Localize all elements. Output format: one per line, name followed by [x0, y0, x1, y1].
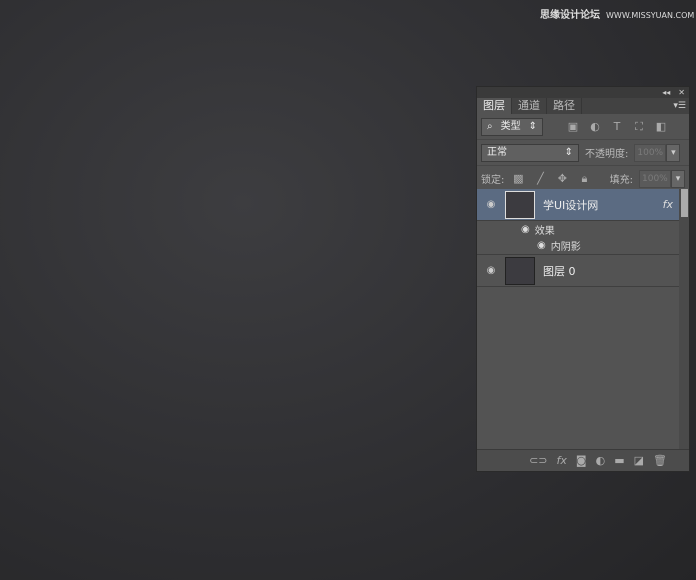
eye-icon[interactable]: ◉ — [477, 199, 505, 210]
eye-icon[interactable]: ◉ — [537, 240, 546, 251]
blend-mode-select[interactable]: 正常 ⇕ — [481, 143, 579, 162]
eye-icon[interactable]: ◉ — [477, 265, 505, 276]
eye-icon[interactable]: ◉ — [521, 224, 530, 235]
tab-channels[interactable]: 通道 — [512, 98, 547, 114]
fx-icon[interactable]: fx — [663, 198, 673, 211]
new-layer-icon[interactable]: ◪ — [634, 454, 644, 467]
image-filter-icon[interactable]: ▣ — [565, 120, 581, 133]
lock-move-icon[interactable]: ✥ — [554, 172, 570, 185]
tab-layers[interactable]: 图层 — [477, 98, 512, 114]
close-button[interactable]: ✕ — [678, 87, 685, 98]
lock-paint-brush-icon[interactable]: ╱ — [532, 172, 548, 185]
layer-thumbnail — [505, 190, 535, 219]
layers-panel: ◂◂ ✕ 图层 通道 路径 ▾☰ ⌕ 类型 ⇕ ▣ ◐ T ⛶ ◧ 正常 ⇕ 不透明度:… — [476, 86, 690, 472]
lock-transparent-icon[interactable]: ▩ — [510, 172, 526, 185]
fill-dropdown[interactable]: ▾ — [671, 169, 685, 188]
link-icon[interactable]: ⊂⊃ — [529, 454, 547, 467]
search-icon: ⌕ — [487, 120, 493, 132]
opacity-input[interactable]: 100% — [634, 143, 667, 162]
layer-thumbnail — [505, 256, 535, 285]
adjustment-icon[interactable]: ◐ — [596, 454, 606, 467]
watermark: 思缘设计论坛 WWW.MISSYUAN.COM — [540, 10, 695, 21]
scrollbar[interactable] — [679, 189, 689, 449]
lock-all-icon[interactable]: 🔒︎ — [576, 172, 592, 186]
opacity-dropdown[interactable]: ▾ — [666, 143, 681, 162]
smart-object-filter-icon[interactable]: ◧ — [653, 120, 669, 133]
layer-row[interactable]: ◉ 学UI设计网 fx — [477, 189, 679, 221]
filter-kind-select[interactable]: ⌕ 类型 ⇕ — [481, 117, 543, 136]
type-filter-icon[interactable]: T — [609, 120, 625, 133]
shape-filter-icon[interactable]: ⛶ — [631, 120, 647, 134]
folder-icon[interactable]: ▬ — [614, 454, 624, 467]
fill-input[interactable]: 100% — [639, 169, 671, 188]
mask-icon[interactable]: ◙ — [576, 454, 587, 467]
tab-paths[interactable]: 路径 — [547, 98, 582, 114]
adjustment-filter-icon[interactable]: ◐ — [587, 120, 603, 133]
fx-icon[interactable]: fx — [557, 454, 567, 467]
layers-list: ◉ 学UI设计网 fx ◉ 效果 ◉ 内阴影 ◉ 图层 0 — [477, 189, 679, 449]
trash-icon[interactable]: 🗑︎ — [653, 454, 667, 467]
panel-menu-icon[interactable]: ▾☰ — [673, 98, 686, 114]
collapse-button[interactable]: ◂◂ — [662, 87, 670, 98]
layer-row[interactable]: ◉ 图层 0 — [477, 255, 679, 287]
